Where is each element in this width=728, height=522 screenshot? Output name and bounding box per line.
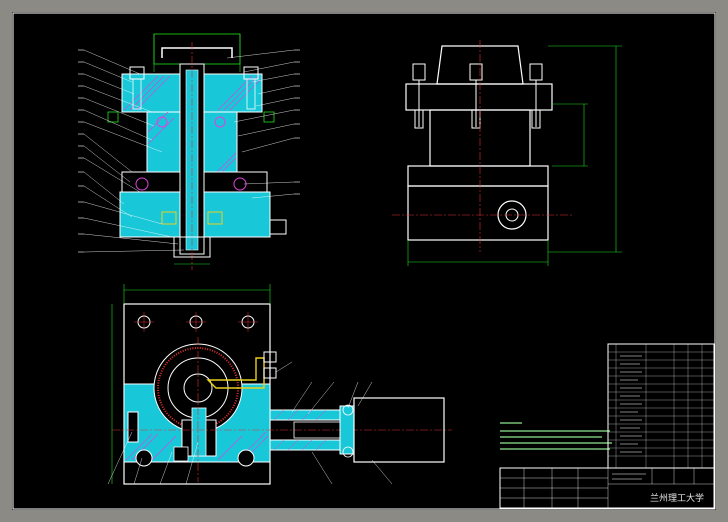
front-section-view — [78, 33, 300, 270]
dimension-box-top — [153, 33, 241, 65]
institution-name: 兰州理工大学 — [650, 492, 704, 504]
drawing-frame: 兰州理工大学 — [0, 0, 728, 522]
side-base — [407, 185, 549, 241]
drawing-canvas: 兰州理工大学 — [12, 12, 716, 510]
parts-list — [607, 343, 715, 469]
top-view — [107, 284, 452, 485]
top-handle — [161, 47, 233, 58]
cad-drawing: 兰州理工大学 — [12, 12, 716, 510]
drawing-border — [12, 12, 716, 510]
title-block: 兰州理工大学 — [499, 467, 715, 509]
side-flange — [405, 83, 553, 111]
technical-notes — [500, 422, 612, 450]
side-view — [392, 40, 622, 266]
